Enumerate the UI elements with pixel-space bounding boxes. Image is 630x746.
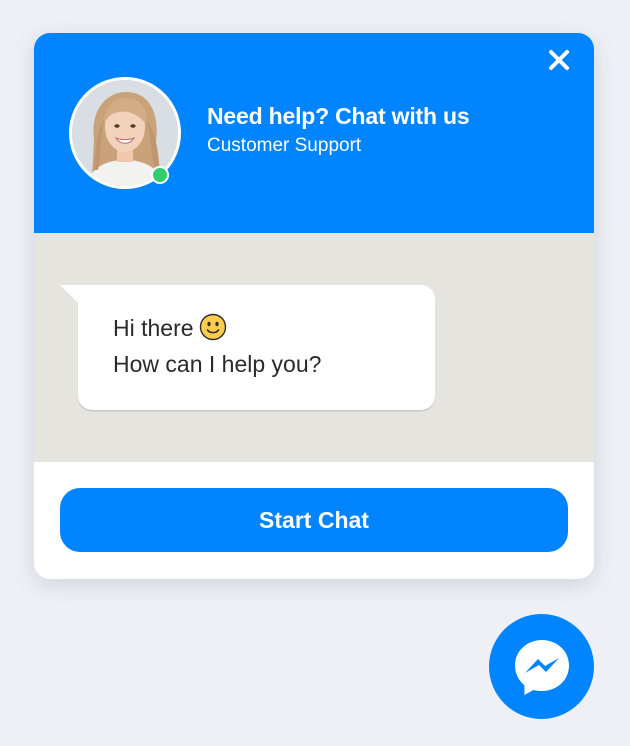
header-text: Need help? Chat with us Customer Support xyxy=(207,101,470,158)
chat-header: Need help? Chat with us Customer Support xyxy=(34,33,594,233)
message-bubble: Hi there How can I help you? xyxy=(78,285,435,410)
chat-area: Hi there How can I help you? xyxy=(34,233,594,462)
slightly-smiling-face-icon xyxy=(199,313,226,341)
header-title: Need help? Chat with us xyxy=(207,103,470,129)
chat-footer: Start Chat xyxy=(34,462,594,579)
greeting-text: Hi there xyxy=(113,315,194,341)
online-status-dot xyxy=(151,166,169,184)
message-line-1: Hi there xyxy=(113,313,227,343)
close-icon xyxy=(549,50,569,70)
messenger-icon xyxy=(515,640,569,695)
header-subtitle: Customer Support xyxy=(207,135,362,156)
messenger-launcher-button[interactable] xyxy=(489,614,594,719)
bubble-tail xyxy=(60,285,80,305)
start-chat-button[interactable]: Start Chat xyxy=(60,488,568,552)
close-button[interactable] xyxy=(546,47,572,73)
agent-avatar-container xyxy=(69,77,181,189)
message-line-2: How can I help you? xyxy=(113,351,322,377)
chat-widget: Need help? Chat with us Customer Support… xyxy=(34,33,594,579)
